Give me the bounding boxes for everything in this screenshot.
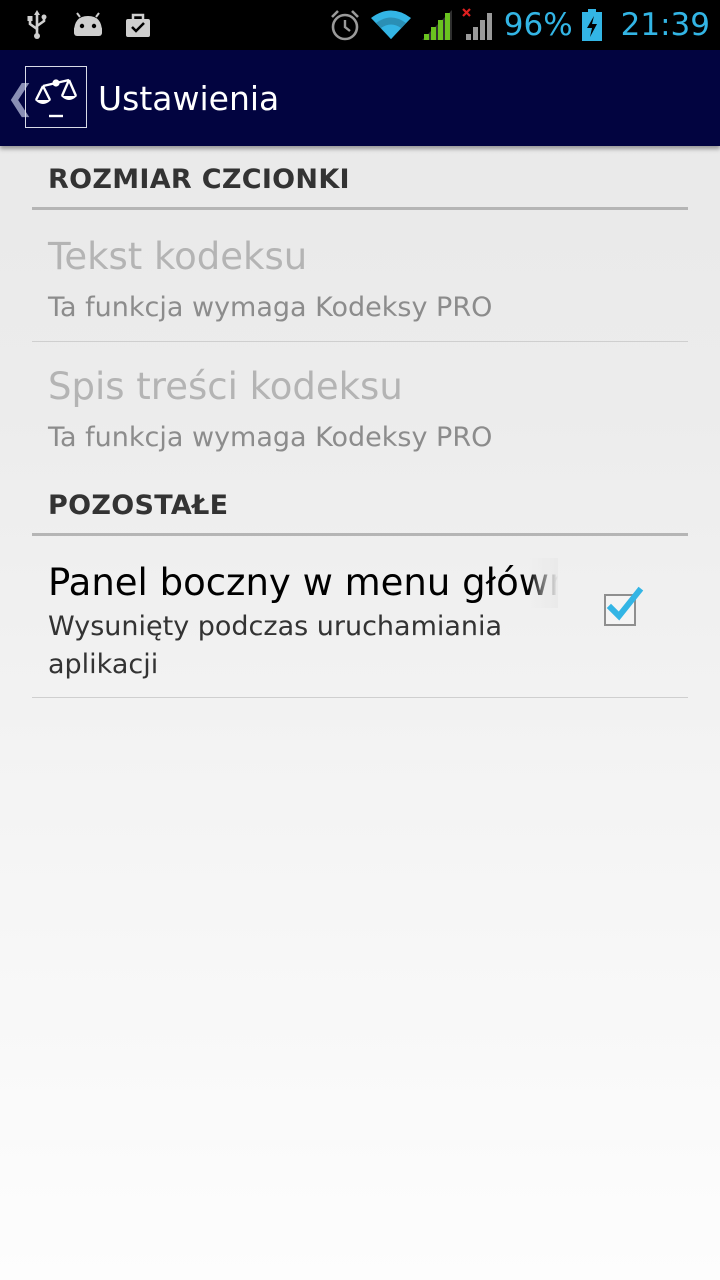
pref-title: Spis treści kodeksu [48, 365, 403, 408]
pref-title-container: Panel boczny w menu główn [48, 558, 558, 608]
pref-title: Tekst kodeksu [48, 235, 308, 278]
pref-toc-text-size[interactable]: Spis treści kodeksu Ta funkcja wymaga Ko… [32, 342, 688, 472]
alarm-icon [328, 8, 362, 42]
usb-icon [22, 10, 52, 40]
pref-summary: Ta funkcja wymaga Kodeksy PRO [48, 422, 493, 453]
battery-percent: 96% [503, 7, 573, 43]
pref-summary: Ta funkcja wymaga Kodeksy PRO [48, 292, 493, 323]
page-title: Ustawienia [98, 79, 280, 118]
side-panel-checkbox[interactable] [602, 586, 644, 626]
category-title: ROZMIAR CZCIONKI [48, 164, 350, 195]
pref-title: Panel boczny w menu główn [48, 561, 558, 604]
battery-charging-icon [581, 8, 603, 42]
category-title: POZOSTAŁE [48, 490, 229, 521]
category-header-other: POZOSTAŁE [32, 472, 688, 536]
briefcase-icon [124, 11, 152, 39]
pref-side-panel[interactable]: Panel boczny w menu główn Wysunięty podc… [32, 536, 688, 698]
clock: 21:39 [620, 7, 710, 43]
category-header-font-size: ROZMIAR CZCIONKI [32, 146, 688, 210]
pref-summary: Wysunięty podczas uruchamiania aplikacji [48, 611, 503, 680]
scales-of-justice-icon[interactable] [25, 66, 87, 128]
signal-no-data-icon [461, 8, 496, 42]
notification-icons [22, 0, 152, 50]
pref-code-text-size[interactable]: Tekst kodeksu Ta funkcja wymaga Kodeksy … [32, 210, 688, 342]
preferences-list: ROZMIAR CZCIONKI Tekst kodeksu Ta funkcj… [32, 146, 688, 698]
system-status: 96% 21:39 [328, 0, 710, 50]
signal-icon [420, 8, 454, 42]
wifi-icon [370, 9, 412, 41]
status-bar: 96% 21:39 [0, 0, 720, 50]
android-debug-icon [72, 12, 104, 38]
action-bar: ❮ Ustawienia [0, 50, 720, 146]
